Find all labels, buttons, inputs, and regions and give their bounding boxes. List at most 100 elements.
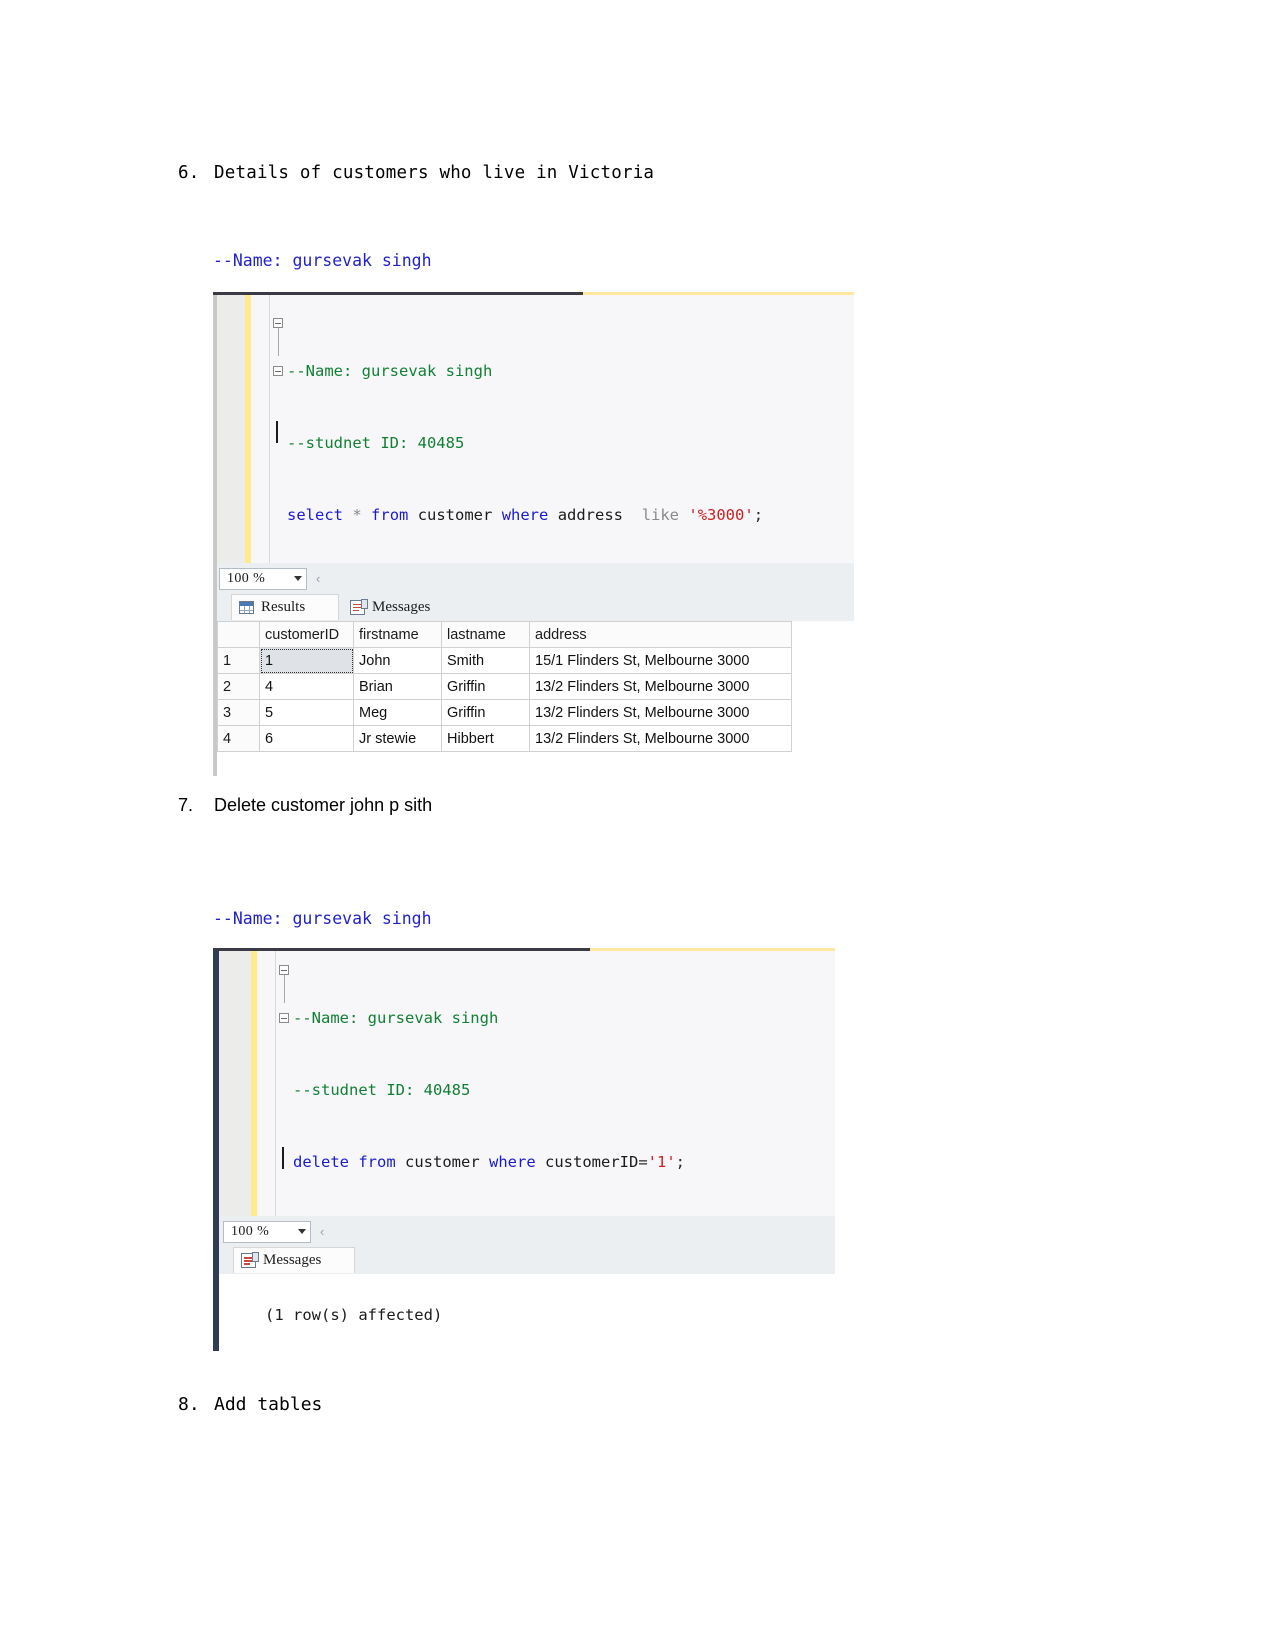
cell-firstname[interactable]: Meg [353, 699, 442, 726]
cell-lastname[interactable]: Hibbert [441, 725, 530, 752]
list-item-7-number: 7. [178, 795, 194, 815]
editor-code-2: --Name: gursevak singh --studnet ID: 404… [293, 958, 685, 1216]
editor-line: --Name: gursevak singh [293, 1006, 685, 1030]
cell-lastname[interactable]: Griffin [441, 699, 530, 726]
table-row[interactable]: 1 1 John Smith 15/1 Flinders St, Melbour… [217, 647, 792, 674]
row-number[interactable]: 4 [217, 725, 260, 752]
document-page: 6. Details of customers who live in Vict… [0, 0, 1275, 1650]
outline-collapse-box[interactable] [273, 318, 283, 328]
tab-messages-label: Messages [263, 1252, 322, 1268]
messages-output-text: (1 row(s) affected) [265, 1306, 443, 1324]
tab-results[interactable]: Results [231, 594, 339, 620]
results-tabstrip-1: Results Messages [217, 594, 854, 621]
code-token: customerID [535, 1153, 639, 1171]
code-line: --Name: gursevak singh [213, 909, 432, 928]
sql-editor-1[interactable]: --Name: gursevak singh --studnet ID: 404… [217, 295, 854, 563]
zoom-level-value: 100 % [227, 570, 266, 586]
editor-separator [275, 951, 276, 1216]
outline-guide-line [284, 975, 285, 1003]
list-item-8-text: Add tables [214, 1394, 323, 1415]
row-number[interactable]: 3 [217, 699, 260, 726]
outline-collapse-box[interactable] [273, 366, 283, 376]
change-indicator-bar [251, 951, 257, 1216]
grid-icon [239, 601, 254, 614]
code-token: --Name: gursevak singh [287, 362, 493, 380]
code-token: = [638, 1153, 648, 1171]
row-number[interactable]: 2 [217, 673, 260, 700]
table-row[interactable]: 2 4 Brian Griffin 13/2 Flinders St, Melb… [217, 673, 792, 700]
cell-customerid[interactable]: 5 [259, 699, 354, 726]
cell-customerid[interactable]: 6 [259, 725, 354, 752]
table-row[interactable]: 3 5 Meg Griffin 13/2 Flinders St, Melbou… [217, 699, 792, 726]
list-item-6: 6. Details of customers who live in Vict… [178, 163, 654, 183]
editor-separator [269, 295, 270, 563]
cell-customerid[interactable]: 1 [259, 647, 354, 674]
code-token: like [641, 506, 680, 524]
cell-firstname[interactable]: Brian [353, 673, 442, 700]
list-item-7-text: Delete customer john p sith [214, 795, 433, 815]
code-token: customer [395, 1153, 489, 1171]
messages-icon [241, 1252, 259, 1268]
editor-code-1: --Name: gursevak singh --studnet ID: 404… [287, 311, 763, 563]
sql-editor-2[interactable]: --Name: gursevak singh --studnet ID: 404… [219, 951, 835, 1216]
grid-col-customerid[interactable]: customerID [259, 621, 354, 648]
editor-status-bar-1: 100 % ‹ [217, 563, 854, 594]
change-indicator-bar [245, 295, 251, 563]
chevron-down-icon [294, 576, 302, 581]
chevron-left-icon[interactable]: ‹ [316, 571, 320, 586]
zoom-level-combobox[interactable]: 100 % [219, 567, 307, 590]
editor-line: --studnet ID: 40485 [287, 431, 763, 455]
code-token: where [489, 1153, 536, 1171]
editor-line: delete from customer where customerID='1… [293, 1150, 685, 1174]
code-token: * [352, 506, 362, 524]
zoom-level-combobox[interactable]: 100 % [223, 1220, 311, 1243]
ssms-screenshot-2: --Name: gursevak singh --studnet ID: 404… [213, 948, 835, 1351]
cell-address[interactable]: 13/2 Flinders St, Melbourne 3000 [529, 699, 792, 726]
chevron-down-icon [298, 1229, 306, 1234]
tab-messages[interactable]: Messages [233, 1247, 355, 1273]
cell-address[interactable]: 13/2 Flinders St, Melbourne 3000 [529, 673, 792, 700]
cell-address[interactable]: 13/2 Flinders St, Melbourne 3000 [529, 725, 792, 752]
messages-pane: (1 row(s) affected) [219, 1274, 835, 1351]
list-item-6-text: Details of customers who live in Victori… [214, 163, 655, 183]
list-item-8-number: 8. [178, 1394, 200, 1415]
grid-col-address[interactable]: address [529, 621, 792, 648]
grid-col-rownum[interactable] [217, 621, 260, 648]
table-row[interactable]: 4 6 Jr stewie Hibbert 13/2 Flinders St, … [217, 725, 792, 752]
row-number[interactable]: 1 [217, 647, 260, 674]
cell-customerid[interactable]: 4 [259, 673, 354, 700]
tab-messages[interactable]: Messages [343, 594, 465, 620]
outline-collapse-box[interactable] [279, 965, 289, 975]
ssms-screenshot-1: --Name: gursevak singh --studnet ID: 404… [213, 292, 854, 776]
grid-col-lastname[interactable]: lastname [441, 621, 530, 648]
text-caret [276, 421, 278, 443]
code-token: --Name: gursevak singh [293, 1009, 499, 1027]
cell-lastname[interactable]: Griffin [441, 673, 530, 700]
messages-icon [350, 598, 368, 615]
editor-status-bar-2: 100 % ‹ [219, 1216, 835, 1247]
code-token: from [358, 1153, 396, 1171]
zoom-level-value: 100 % [231, 1223, 270, 1239]
outline-collapse-box[interactable] [279, 1013, 289, 1023]
editor-line: select * from customer where address lik… [287, 503, 763, 527]
code-token: ; [753, 506, 764, 524]
code-token: select [287, 506, 343, 524]
code-line: --Name: gursevak singh [213, 251, 432, 270]
code-token: --studnet ID: 40485 [287, 434, 465, 452]
code-token: customer [408, 506, 502, 524]
chevron-left-icon[interactable]: ‹ [320, 1224, 324, 1239]
cell-firstname[interactable]: Jr stewie [353, 725, 442, 752]
cell-lastname[interactable]: Smith [441, 647, 530, 674]
cell-firstname[interactable]: John [353, 647, 442, 674]
code-token: '%3000' [688, 506, 754, 524]
list-item-7: 7. Delete customer john p sith [178, 795, 432, 816]
editor-line: --studnet ID: 40485 [293, 1078, 685, 1102]
grid-col-firstname[interactable]: firstname [353, 621, 442, 648]
results-grid[interactable]: customerID firstname lastname address 1 … [217, 621, 792, 752]
list-item-6-number: 6. [178, 163, 200, 183]
text-caret [282, 1147, 284, 1169]
outline-guide-line [278, 328, 279, 356]
cell-address[interactable]: 15/1 Flinders St, Melbourne 3000 [529, 647, 792, 674]
